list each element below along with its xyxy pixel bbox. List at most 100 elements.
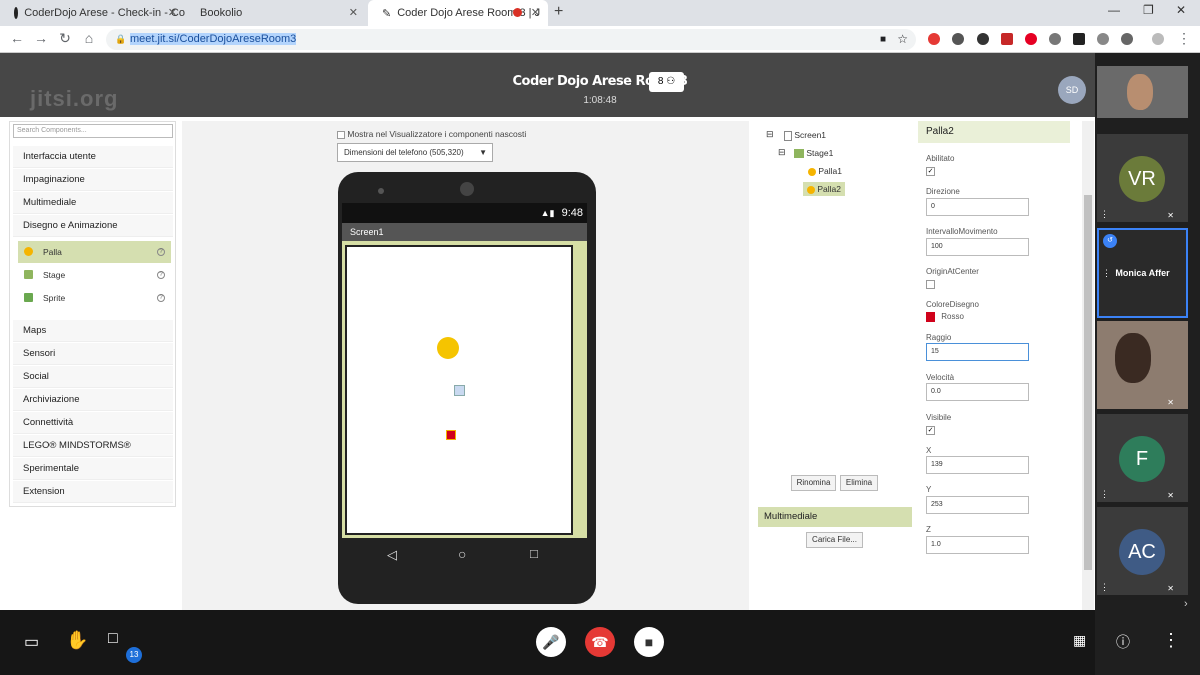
- palette-item-ball[interactable]: Palla ?: [18, 241, 171, 263]
- tree-item-ball1[interactable]: Palla1: [808, 166, 842, 176]
- palette-category[interactable]: Extension: [13, 481, 173, 503]
- palette-category[interactable]: Social: [13, 366, 173, 388]
- collapse-icon[interactable]: ⊟: [778, 147, 786, 158]
- participant-tile[interactable]: F ✕ ⋮: [1097, 414, 1188, 502]
- more-options-icon[interactable]: ⋮: [1162, 630, 1180, 651]
- palette-category[interactable]: Maps: [13, 320, 173, 342]
- extension-icon[interactable]: [1073, 33, 1085, 45]
- tree-item-ball2-selected[interactable]: Palla2: [803, 182, 846, 196]
- enabled-checkbox[interactable]: ✓: [926, 167, 935, 176]
- hangup-button[interactable]: ☎: [585, 627, 615, 657]
- chat-icon[interactable]: □: [108, 630, 118, 648]
- ball2-sprite[interactable]: [446, 430, 456, 440]
- minimize-button[interactable]: —: [1108, 3, 1120, 17]
- palette-category[interactable]: Disegno e Animazione: [13, 215, 173, 237]
- restore-button[interactable]: ❐: [1143, 3, 1154, 17]
- extension-icon[interactable]: [1097, 33, 1109, 45]
- palette-category[interactable]: Sensori: [13, 343, 173, 365]
- palette-category[interactable]: LEGO® MINDSTORMS®: [13, 435, 173, 457]
- menu-kebab-icon[interactable]: ⋮: [1175, 30, 1193, 47]
- profile-avatar[interactable]: [1152, 33, 1164, 45]
- url-input[interactable]: 🔒 meet.jit.si/CoderDojoAreseRoom3 ■ ☆: [106, 29, 916, 50]
- y-input[interactable]: 253: [926, 496, 1029, 514]
- palette-item-sprite[interactable]: Sprite ?: [18, 287, 171, 309]
- tile-menu-icon[interactable]: ⋮: [1100, 209, 1109, 220]
- phone-size-select[interactable]: Dimensioni del telefono (505,320) ▼: [337, 143, 493, 162]
- help-icon[interactable]: ?: [157, 271, 165, 279]
- scrollbar-thumb[interactable]: [1084, 195, 1092, 570]
- browser-tab[interactable]: Bookolio ✕: [186, 0, 366, 26]
- collapse-icon[interactable]: ⊟: [766, 129, 774, 140]
- reload-icon[interactable]: ↻: [56, 30, 74, 47]
- screen-share-icon[interactable]: ▭: [24, 632, 39, 652]
- help-icon[interactable]: ?: [157, 294, 165, 302]
- extension-icon[interactable]: [977, 33, 989, 45]
- x-input[interactable]: 139: [926, 456, 1029, 474]
- palette-category[interactable]: Interfaccia utente: [13, 146, 173, 168]
- pdf-icon[interactable]: [1001, 33, 1013, 45]
- search-components-input[interactable]: Search Components...: [13, 124, 173, 138]
- browser-tab[interactable]: CoderDojo Arese - Check-in - Co ✕: [0, 0, 185, 26]
- info-icon[interactable]: ⓘ: [1116, 632, 1130, 652]
- participant-face: [1127, 74, 1153, 110]
- close-window-button[interactable]: ✕: [1176, 3, 1186, 17]
- palette-category[interactable]: Multimediale: [13, 192, 173, 214]
- palette-category[interactable]: Impaginazione: [13, 169, 173, 191]
- camera-button[interactable]: ■: [634, 627, 664, 657]
- upload-file-button[interactable]: Carica File...: [806, 532, 863, 548]
- stage-canvas[interactable]: [345, 245, 573, 535]
- participant-count-button[interactable]: 8 ⚇: [649, 72, 684, 92]
- participant-tile-active[interactable]: ↺ Monica Affer ⋮: [1097, 228, 1188, 318]
- tree-item-screen[interactable]: Screen1: [784, 130, 826, 141]
- extension-icon[interactable]: [1121, 33, 1133, 45]
- ball-icon: [808, 167, 816, 176]
- forward-icon[interactable]: →: [32, 30, 50, 46]
- participant-video[interactable]: ✕: [1097, 321, 1188, 409]
- back-icon[interactable]: ←: [8, 30, 26, 46]
- camera-icon[interactable]: ■: [880, 29, 886, 50]
- sprite-image-icon[interactable]: [454, 385, 465, 396]
- palette-category[interactable]: Connettività: [13, 412, 173, 434]
- phone-hangup-icon: ☎: [591, 634, 609, 650]
- participant-tile[interactable]: AC ✕ ⋮: [1097, 507, 1188, 595]
- participant-video[interactable]: [1097, 66, 1188, 118]
- tile-menu-icon[interactable]: ⋮: [1100, 582, 1109, 593]
- close-tab-icon[interactable]: ✕: [531, 6, 540, 19]
- extension-icon[interactable]: [928, 33, 940, 45]
- visible-checkbox[interactable]: ✓: [926, 426, 935, 435]
- palette-item-stage[interactable]: Stage ?: [18, 264, 171, 286]
- tile-menu-icon[interactable]: ⋮: [1102, 268, 1111, 279]
- microphone-button[interactable]: 🎤: [536, 627, 566, 657]
- tile-menu-icon[interactable]: ⋮: [1100, 489, 1109, 500]
- home-icon[interactable]: ⌂: [80, 30, 98, 46]
- participant-tile[interactable]: VR ✕ ⋮: [1097, 134, 1188, 222]
- delete-button[interactable]: Elimina: [840, 475, 878, 491]
- origin-checkbox[interactable]: [926, 280, 935, 289]
- show-hidden-checkbox[interactable]: Mostra nel Visualizzatore i componenti n…: [337, 129, 526, 139]
- palette-category[interactable]: Archiviazione: [13, 389, 173, 411]
- palette-category[interactable]: Sperimentale: [13, 458, 173, 480]
- z-input[interactable]: 1.0: [926, 536, 1029, 554]
- help-icon[interactable]: ?: [157, 248, 165, 256]
- new-tab-button[interactable]: +: [554, 3, 563, 21]
- tile-view-icon[interactable]: ▦: [1073, 632, 1086, 649]
- direction-input[interactable]: 0: [926, 198, 1029, 216]
- extension-icon[interactable]: [1049, 33, 1061, 45]
- radius-input[interactable]: 15: [926, 343, 1029, 361]
- rename-button[interactable]: Rinomina: [791, 475, 836, 491]
- close-tab-icon[interactable]: ✕: [349, 6, 358, 19]
- ball1-sprite[interactable]: [437, 337, 459, 359]
- self-avatar[interactable]: SD: [1058, 76, 1086, 104]
- tree-item-stage[interactable]: Stage1: [794, 148, 833, 159]
- extension-icon[interactable]: [952, 33, 964, 45]
- star-icon[interactable]: ☆: [897, 29, 908, 50]
- participant-name: Monica Affer: [1115, 268, 1170, 278]
- filmstrip-toggle-icon[interactable]: ›: [1184, 598, 1188, 610]
- speed-input[interactable]: 0.0: [926, 383, 1029, 401]
- raise-hand-icon[interactable]: ✋: [66, 630, 88, 651]
- interval-input[interactable]: 100: [926, 238, 1029, 256]
- color-picker[interactable]: Rosso: [926, 312, 964, 322]
- pinterest-icon[interactable]: [1025, 33, 1037, 45]
- close-tab-icon[interactable]: ✕: [168, 6, 177, 19]
- browser-tab-active[interactable]: ✎ Coder Dojo Arese Room 3 | J ✕: [368, 0, 548, 26]
